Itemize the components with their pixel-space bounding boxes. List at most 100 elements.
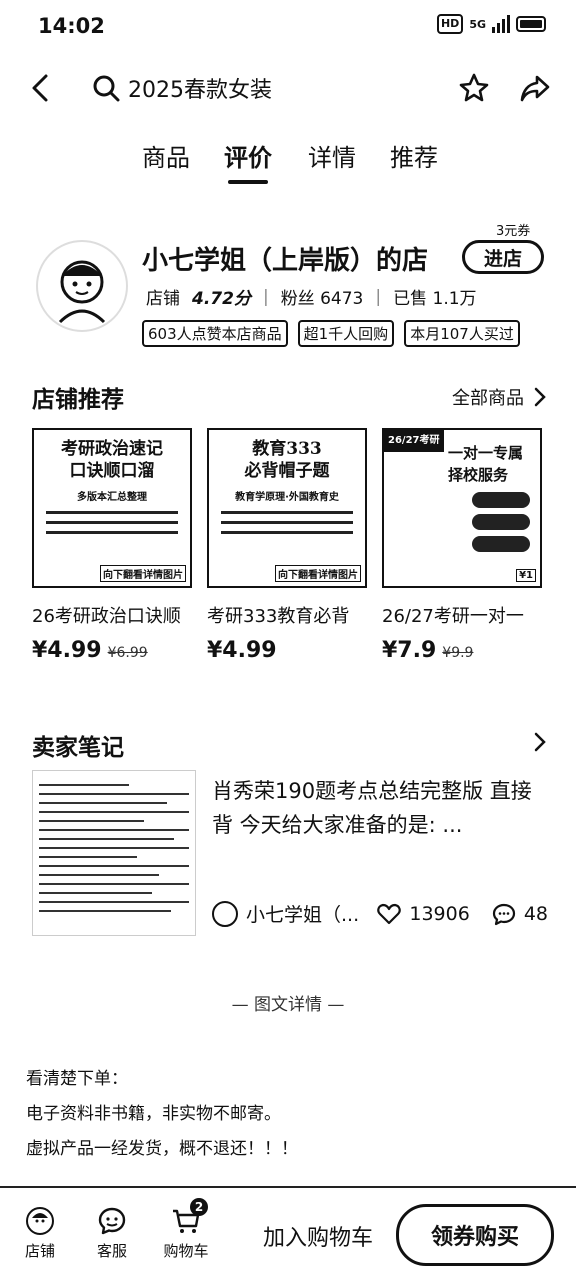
chevron-right-icon bbox=[534, 387, 546, 407]
shop-rating: 4.72分 bbox=[192, 289, 251, 309]
note-card[interactable]: 肖秀荣190题考点总结完整版 直接背 今天给大家准备的是: ... 小七学姐（.… bbox=[0, 770, 576, 950]
shop-avatar-icon bbox=[26, 1207, 54, 1235]
shop-fans: 粉丝 6473 bbox=[280, 289, 364, 309]
thumb-footer: 向下翻看详情图片 bbox=[100, 565, 186, 582]
detail-line: 虚拟产品一经发货，概不退还！！！ bbox=[26, 1139, 298, 1159]
note-author: 小七学姐（... bbox=[246, 904, 360, 926]
service-label: 客服 bbox=[96, 1242, 127, 1260]
chevron-right-icon bbox=[534, 732, 546, 752]
tab-bar: 商品 评价 详情 推荐 bbox=[0, 138, 576, 188]
product-name: 26/27考研一对一 bbox=[382, 606, 524, 627]
product-name: 考研333教育必背 bbox=[207, 606, 350, 627]
chevron-left-icon bbox=[32, 74, 48, 102]
shop-badges: 603人点赞本店商品 超1千人回购 本月107人买过 bbox=[142, 320, 520, 347]
product-price: ¥7.9 ¥9.9 bbox=[382, 638, 542, 663]
thumb-title: 口诀顺口溜 bbox=[69, 461, 155, 481]
shop-badge: 超1千人回购 bbox=[297, 320, 395, 347]
product-image[interactable]: 26/27考研 一对一专属 择校服务 ¥1 bbox=[382, 428, 542, 588]
shop-tab-label: 店铺 bbox=[24, 1242, 55, 1260]
status-time: 14:02 bbox=[38, 14, 105, 38]
star-icon bbox=[459, 73, 489, 102]
thumb-footer: 向下翻看详情图片 bbox=[275, 565, 361, 582]
notes-more-link[interactable] bbox=[534, 732, 546, 752]
shop-badge: 603人点赞本店商品 bbox=[142, 320, 288, 347]
comment-count: 48 bbox=[523, 902, 548, 925]
search-icon bbox=[93, 75, 120, 102]
note-meta: 小七学姐（... 13906 48 bbox=[212, 900, 548, 927]
search-box[interactable]: 2025春款女装 bbox=[92, 68, 412, 108]
thumb-subtitle: 教育学原理·外国教育史 bbox=[235, 492, 339, 503]
cart-count-badge: 2 bbox=[190, 1198, 208, 1216]
like-button[interactable]: 13906 bbox=[377, 903, 470, 925]
thumb-title: 教育333 bbox=[252, 439, 322, 459]
stats-divider: | bbox=[262, 286, 269, 307]
product-card[interactable]: 教育333 必背帽子题 教育学原理·外国教育史 向下翻看详情图片 考研333教育… bbox=[207, 428, 367, 663]
thumb-text-lines bbox=[40, 511, 184, 534]
add-to-cart-button[interactable]: 加入购物车 bbox=[248, 1208, 388, 1264]
detail-line: 电子资料非书籍，非实物不邮寄。 bbox=[26, 1104, 281, 1124]
cart-button[interactable]: 2 购物车 bbox=[156, 1198, 216, 1261]
rating-label: 店铺 bbox=[146, 289, 180, 309]
comment-button[interactable]: 48 bbox=[492, 902, 548, 926]
thumb-title: 择校服务 bbox=[448, 466, 509, 484]
service-button[interactable]: 客服 bbox=[82, 1206, 142, 1261]
product-image[interactable]: 考研政治速记 口诀顺口溜 多版本汇总整理 向下翻看详情图片 bbox=[32, 428, 192, 588]
thumb-footer: ¥1 bbox=[516, 569, 536, 582]
chat-icon bbox=[98, 1207, 126, 1235]
shop-stats: 店铺 4.72分 | 粉丝 6473 | 已售 1.1万 bbox=[146, 284, 477, 310]
tab-reviews[interactable]: 评价 bbox=[224, 138, 272, 184]
hd-icon: HD bbox=[436, 14, 464, 34]
heart-icon bbox=[377, 903, 402, 924]
coupon-label: 3元券 bbox=[496, 224, 531, 239]
recommend-title: 店铺推荐 bbox=[32, 387, 124, 413]
tab-products[interactable]: 商品 bbox=[142, 138, 190, 182]
comment-icon bbox=[492, 903, 515, 925]
shop-sold: 已售 1.1万 bbox=[393, 289, 477, 309]
shop-name[interactable]: 小七学姐（上岸版）的店 bbox=[142, 240, 428, 277]
status-bar: 14:02 HD 5G bbox=[0, 0, 576, 52]
thumb-title: 考研政治速记 bbox=[61, 439, 163, 459]
back-button[interactable] bbox=[22, 68, 58, 108]
cart-label: 购物车 bbox=[163, 1242, 209, 1260]
price-current: ¥4.99 bbox=[207, 638, 277, 663]
tab-details[interactable]: 详情 bbox=[308, 138, 356, 182]
notes-title: 卖家笔记 bbox=[32, 735, 124, 761]
network-label: 5G bbox=[469, 17, 486, 31]
shop-tab-button[interactable]: 店铺 bbox=[10, 1206, 70, 1261]
buy-with-coupon-button[interactable]: 领券购买 bbox=[396, 1204, 554, 1266]
share-button[interactable] bbox=[516, 68, 554, 108]
all-products-label: 全部商品 bbox=[452, 388, 524, 409]
tab-recommend[interactable]: 推荐 bbox=[390, 138, 438, 182]
product-name: 26考研政治口诀顺 bbox=[32, 606, 181, 627]
search-query: 2025春款女装 bbox=[128, 78, 272, 103]
product-price: ¥4.99 ¥6.99 bbox=[32, 638, 192, 663]
shop-badge: 本月107人买过 bbox=[404, 320, 520, 347]
thumb-subtitle: 多版本汇总整理 bbox=[77, 492, 147, 503]
stats-divider: | bbox=[375, 286, 382, 307]
shop-avatar[interactable] bbox=[36, 240, 128, 332]
all-products-link[interactable]: 全部商品 bbox=[452, 384, 546, 410]
recommend-header: 店铺推荐 全部商品 bbox=[0, 380, 576, 416]
price-original: ¥9.9 bbox=[442, 645, 474, 661]
note-image[interactable] bbox=[32, 770, 196, 936]
enter-shop-button[interactable]: 进店 bbox=[462, 240, 544, 274]
product-card[interactable]: 考研政治速记 口诀顺口溜 多版本汇总整理 向下翻看详情图片 26考研政治口诀顺 … bbox=[32, 428, 192, 663]
thumb-pills bbox=[390, 492, 534, 552]
detail-divider: — 图文详情 — bbox=[231, 995, 345, 1015]
thumb-banner: 26/27考研 bbox=[384, 430, 444, 452]
thumb-title: 必背帽子题 bbox=[244, 461, 330, 481]
note-text: 肖秀荣190题考点总结完整版 直接背 今天给大家准备的是: ... bbox=[212, 779, 532, 837]
top-nav: 2025春款女装 bbox=[0, 62, 576, 114]
product-card[interactable]: 26/27考研 一对一专属 择校服务 ¥1 26/27考研一对一 ¥7.9 ¥9… bbox=[382, 428, 542, 663]
avatar-illustration-icon bbox=[58, 260, 106, 324]
shop-card: 小七学姐（上岸版）的店 3元券 进店 店铺 4.72分 | 粉丝 6473 | … bbox=[0, 224, 576, 348]
notes-header[interactable]: 卖家笔记 bbox=[0, 728, 576, 764]
product-image[interactable]: 教育333 必背帽子题 教育学原理·外国教育史 向下翻看详情图片 bbox=[207, 428, 367, 588]
detail-line: 看清楚下单： bbox=[26, 1069, 128, 1089]
price-original: ¥6.99 bbox=[107, 645, 148, 661]
favorite-button[interactable] bbox=[455, 68, 493, 108]
signal-icon bbox=[492, 15, 510, 33]
price-current: ¥7.9 bbox=[382, 638, 437, 663]
battery-icon bbox=[516, 16, 546, 32]
bottom-action-bar: 店铺 客服 2 购物车 加入购物车 领券购买 bbox=[0, 1186, 576, 1280]
